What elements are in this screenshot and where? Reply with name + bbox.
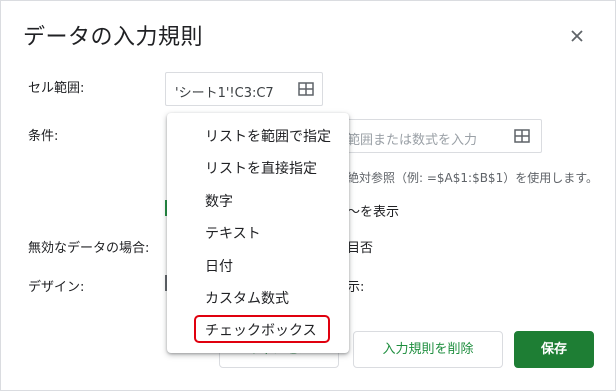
save-button[interactable]: 保存 — [514, 331, 594, 368]
menu-item-custom-formula[interactable]: カスタム数式 — [167, 281, 349, 313]
criteria-hint: 絶対参照（例: =$A$1:$B$1）を使用します。 — [347, 171, 599, 185]
menu-item-text[interactable]: テキスト — [167, 216, 349, 248]
cell-range-label: セル範囲: — [28, 81, 85, 96]
data-validation-dialog: データの入力規則 セル範囲: 'シート1'!C3:C7 条件: 範囲または数式を… — [0, 0, 616, 391]
show-help-label: 示: — [347, 280, 365, 295]
menu-item-label: カスタム数式 — [205, 291, 289, 307]
design-label: デザイン: — [28, 280, 85, 295]
close-icon[interactable] — [567, 26, 587, 46]
menu-item-label: チェックボックス — [205, 323, 317, 339]
menu-item-label: リストを直接指定 — [205, 161, 317, 177]
criteria-placeholder: 範囲または数式を入力 — [347, 133, 478, 148]
criteria-dropdown-menu: リストを範囲で指定 リストを直接指定 数字 テキスト 日付 カスタム数式 チェッ… — [167, 113, 349, 353]
menu-item-list-from-range[interactable]: リストを範囲で指定 — [167, 119, 349, 151]
menu-item-label: 数字 — [205, 194, 233, 210]
show-dropdown-label: 〜を表示 — [347, 205, 400, 220]
select-range-icon[interactable] — [298, 82, 314, 96]
menu-item-label: リストを範囲で指定 — [205, 129, 331, 145]
criteria-range-input[interactable]: 範囲または数式を入力 — [337, 119, 542, 153]
criteria-label: 条件: — [28, 129, 59, 144]
dialog-title: データの入力規則 — [23, 25, 204, 50]
menu-item-number[interactable]: 数字 — [167, 184, 349, 216]
delete-rules-button[interactable]: 入力規則を削除 — [353, 331, 503, 368]
invalid-data-label: 無効なデータの場合: — [28, 241, 150, 256]
reject-input-option[interactable]: 目否 — [347, 237, 373, 256]
cell-range-value: 'シート1'!C3:C7 — [175, 86, 274, 101]
select-range-icon[interactable] — [514, 129, 530, 143]
menu-item-date[interactable]: 日付 — [167, 249, 349, 281]
menu-item-label: テキスト — [205, 226, 261, 242]
menu-item-list-of-items[interactable]: リストを直接指定 — [167, 151, 349, 183]
menu-item-label: 日付 — [205, 259, 233, 275]
cell-range-input[interactable]: 'シート1'!C3:C7 — [165, 72, 323, 106]
menu-item-checkbox[interactable]: チェックボックス — [167, 313, 349, 345]
